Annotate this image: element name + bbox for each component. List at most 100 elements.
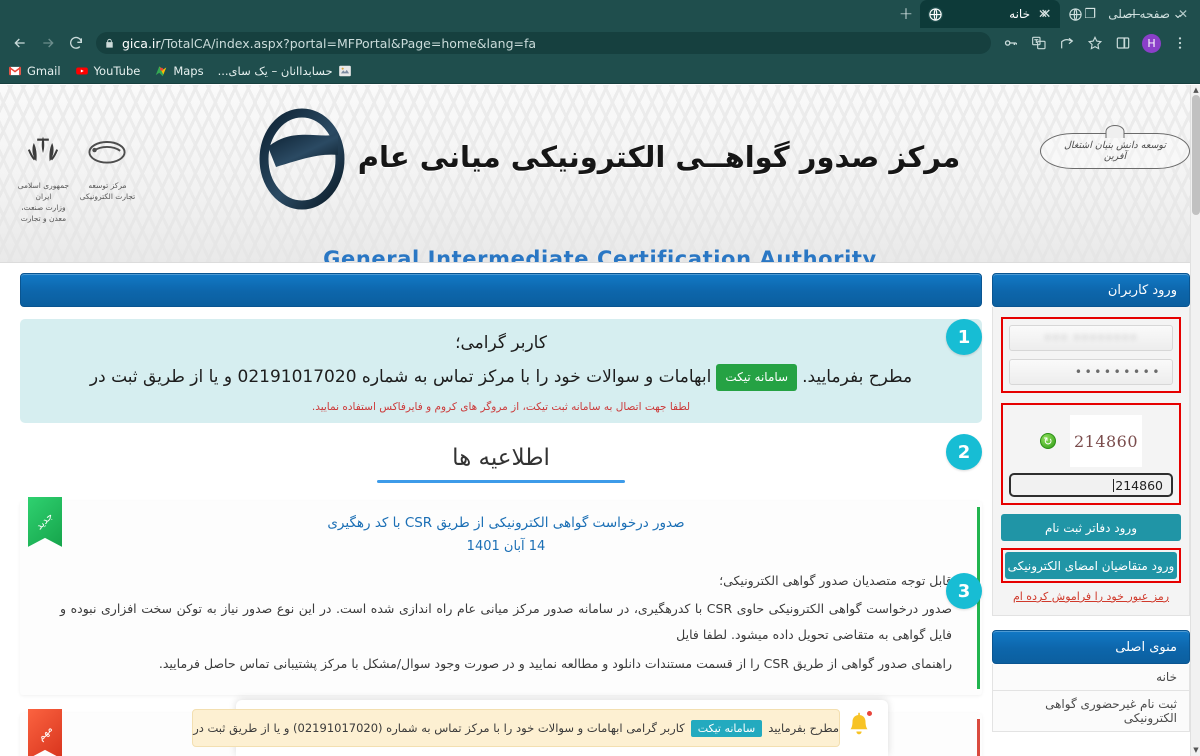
toolbar-right-icons: H	[997, 29, 1194, 57]
close-window-icon[interactable]: ✕	[1024, 0, 1068, 28]
important-ribbon: مهم	[28, 708, 62, 756]
share-icon[interactable]	[1053, 29, 1081, 57]
main-menu-header: منوی اصلی	[992, 630, 1190, 664]
seal-text: توسعه دانش بنیان اشتغال آفرین	[1040, 133, 1190, 169]
bookmark-maps[interactable]: Maps	[154, 64, 204, 78]
toast-text-part2: مطرح بفرمایید	[768, 721, 839, 735]
notice-greeting: کاربر گرامی؛	[455, 333, 547, 353]
login-registrar-button[interactable]: ورود دفاتر ثبت نام	[1001, 514, 1181, 541]
login-panel: ••• •••••••• ••••••••• 214860 ↻ 214860 و…	[992, 307, 1190, 616]
announcement-date: 14 آبان 1401	[466, 538, 546, 554]
announcement-body-line-3: راهنمای صدور گواهی از طریق CSR را از قسم…	[158, 655, 952, 671]
tab-strip: خانه ✕ صفحه اصلی ✕ + ⌄ — ❐ ✕	[0, 0, 1200, 28]
bookmarks-bar: Gmail YouTube Maps حسابداانان – یک سای..…	[0, 58, 1200, 84]
new-ribbon: جدید	[28, 496, 62, 547]
page-body: ورود کاربران ••• •••••••• ••••••••• 2148…	[0, 263, 1200, 756]
forgot-password-link[interactable]: رمز عبور خود را فراموش کرده ام	[1001, 590, 1181, 603]
minimize-icon[interactable]: —	[1112, 0, 1156, 28]
forward-arrow-icon[interactable]	[34, 29, 62, 57]
step-badge-3: 3	[946, 573, 982, 609]
gmail-icon	[8, 64, 22, 78]
announcement-body: قابل توجه متصدیان صدور گواهی الکترونیکی؛…	[60, 568, 952, 677]
address-bar[interactable]: gica.ir/TotalCA/index.aspx?portal=MFPort…	[96, 32, 991, 54]
step-badge-2: 2	[946, 434, 982, 470]
three-dot-menu-icon[interactable]	[1166, 29, 1194, 57]
bell-icon	[846, 712, 872, 746]
side-panel-icon[interactable]	[1109, 29, 1137, 57]
announcement-body-line-1: قابل توجه متصدیان صدور گواهی الکترونیکی؛	[719, 572, 952, 588]
login-applicant-highlight-box: ورود متقاضیان امضای الکترونیکی	[1001, 548, 1181, 583]
step-badge-1: 1	[946, 319, 982, 355]
collapse-icon[interactable]: ⌄	[1156, 0, 1200, 28]
user-notice-box: کاربر گرامی؛ مطرح بفرمایید. سامانه تیکت …	[20, 319, 982, 423]
username-input[interactable]: ••• ••••••••	[1009, 325, 1173, 351]
browser-toolbar: gica.ir/TotalCA/index.aspx?portal=MFPort…	[0, 28, 1200, 58]
password-value: •••••••••	[1074, 365, 1162, 379]
announcement-item-1[interactable]: جدید صدور درخواست گواهی الکترونیکی از طر…	[20, 496, 982, 695]
username-value: ••• ••••••••	[1044, 331, 1138, 345]
bookmark-youtube[interactable]: YouTube	[75, 63, 141, 78]
site-icon	[338, 64, 352, 78]
credentials-highlight-box: ••• •••••••• •••••••••	[1001, 317, 1181, 393]
ribbon-label: مهم	[35, 724, 55, 744]
avatar[interactable]: H	[1142, 33, 1161, 53]
sidebar-item-home[interactable]: خانه	[992, 664, 1190, 691]
announcements-title: اطلاعیه ها	[452, 444, 550, 471]
new-tab-button[interactable]: +	[892, 0, 920, 28]
refresh-icon[interactable]: ↻	[1040, 433, 1056, 449]
top-blue-bar	[20, 273, 982, 307]
login-panel-header: ورود کاربران	[992, 273, 1190, 307]
bookmark-hesabdaran[interactable]: حسابداانان – یک سای...	[218, 64, 352, 78]
key-icon[interactable]	[997, 29, 1025, 57]
lock-icon	[104, 38, 115, 49]
header-titles: مرکز صدور گواهــی الکترونیکی میانی عام G…	[0, 103, 1200, 263]
ribbon-label: جدید	[34, 511, 56, 533]
translate-icon[interactable]	[1025, 29, 1053, 57]
page-title-english: General Intermediate Certification Autho…	[323, 247, 877, 263]
notice-line: مطرح بفرمایید. سامانه تیکت ابهامات و سوا…	[46, 363, 956, 392]
bookmark-label: YouTube	[93, 63, 141, 78]
back-arrow-icon[interactable]	[6, 29, 34, 57]
announcement-title: صدور درخواست گواهی الکترونیکی از طریق CS…	[327, 514, 685, 531]
ticket-system-button[interactable]: سامانه تیکت	[716, 364, 798, 391]
notification-toast[interactable]: مطرح بفرمایید سامانه تیکت کاربر گرامی اب…	[192, 700, 888, 756]
sidebar: ورود کاربران ••• •••••••• ••••••••• 2148…	[992, 273, 1190, 756]
reload-icon[interactable]	[62, 29, 90, 57]
login-applicant-button[interactable]: ورود متقاضیان امضای الکترونیکی	[1005, 552, 1177, 579]
captcha-input[interactable]: 214860	[1009, 473, 1173, 497]
text-caret	[1113, 478, 1115, 492]
toast-message: مطرح بفرمایید سامانه تیکت کاربر گرامی اب…	[192, 709, 840, 747]
captcha-image: 214860	[1070, 415, 1142, 467]
password-input[interactable]: •••••••••	[1009, 359, 1173, 385]
announcements-section-header: اطلاعیه ها	[20, 445, 982, 483]
scroll-down-icon[interactable]: ▼	[1191, 745, 1200, 756]
notice-text-part1: ابهامات و سوالات خود را با مرکز تماس به …	[89, 367, 712, 387]
maps-icon	[154, 64, 168, 78]
star-icon[interactable]	[1081, 29, 1109, 57]
page-viewport: ▲ ▼ مرکز توسعه تجارت الکترونیکی جمهوری ا…	[0, 85, 1200, 756]
window-controls: ⌄ — ❐ ✕	[1024, 0, 1200, 28]
notice-small-note: لطفا جهت اتصال به سامانه ثبت تیکت، از مر…	[311, 400, 691, 413]
bookmark-gmail[interactable]: Gmail	[8, 64, 61, 78]
url-path: /TotalCA/index.aspx?portal=MFPortal&Page…	[160, 35, 537, 51]
page-scrollbar[interactable]: ▲ ▼	[1190, 85, 1200, 756]
scrollbar-thumb[interactable]	[1192, 95, 1200, 215]
globe-icon	[928, 6, 943, 22]
toast-ticket-button[interactable]: سامانه تیکت	[690, 719, 763, 737]
captcha-input-value: 214860	[1115, 477, 1163, 493]
sidebar-item-online-registration[interactable]: ثبت نام غیرحضوری گواهی الکترونیکی	[992, 691, 1190, 732]
bookmark-label: Gmail	[27, 63, 61, 78]
bell-icon-wrapper	[840, 708, 874, 748]
toast-text-part1: کاربر گرامی ابهامات و سوالات خود را با م…	[193, 721, 685, 735]
captcha-highlight-box: 214860 ↻ 214860	[1001, 403, 1181, 505]
main-content: کاربر گرامی؛ مطرح بفرمایید. سامانه تیکت …	[20, 273, 982, 756]
title-underline	[377, 479, 625, 483]
youtube-icon	[75, 64, 89, 78]
bookmark-label: حسابداانان – یک سای...	[217, 63, 333, 78]
announcement-body-line-2: صدور درخواست گواهی الکترونیکی حاوی CSR ب…	[60, 601, 952, 643]
danesh-bonyan-seal: توسعه دانش بنیان اشتغال آفرین	[1040, 133, 1190, 169]
page-title: مرکز صدور گواهــی الکترونیکی میانی عام	[357, 140, 961, 174]
browser-window: خانه ✕ صفحه اصلی ✕ + ⌄ — ❐ ✕ gica.ir /To…	[0, 0, 1200, 756]
maximize-icon[interactable]: ❐	[1068, 0, 1112, 28]
tab-title: خانه	[1009, 7, 1030, 21]
